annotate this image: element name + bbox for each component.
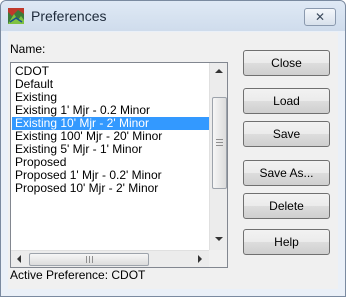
list-item[interactable]: Proposed 1' Mjr - 0.2' Minor: [12, 169, 209, 182]
list-item[interactable]: Existing 10' Mjr - 2' Minor: [12, 117, 209, 130]
title-bar[interactable]: Preferences ✕: [1, 1, 345, 31]
horizontal-scrollbar[interactable]: [11, 250, 209, 267]
list-item[interactable]: CDOT: [12, 65, 209, 78]
grip-line: [92, 256, 93, 263]
window-title: Preferences: [31, 8, 107, 24]
scroll-down-arrow-icon[interactable]: [215, 236, 223, 242]
close-button[interactable]: Close: [243, 50, 330, 76]
grip-line: [89, 256, 90, 263]
list-item[interactable]: Default: [12, 78, 209, 91]
list-item[interactable]: Existing 100' Mjr - 20' Minor: [12, 130, 209, 143]
preferences-app-icon: [8, 8, 24, 24]
active-preference-status: Active Preference: CDOT: [10, 268, 146, 282]
list-item[interactable]: Existing: [12, 91, 209, 104]
list-item[interactable]: Existing 1' Mjr - 0.2 Minor: [12, 104, 209, 117]
save-as-button[interactable]: Save As...: [243, 160, 330, 186]
preferences-list: CDOT Default Existing Existing 1' Mjr - 0.2…: [12, 65, 209, 195]
horizontal-scroll-thumb[interactable]: [29, 253, 149, 266]
help-button[interactable]: Help: [243, 229, 330, 255]
preferences-dialog: Preferences ✕ Name: CDOT Default Existing E…: [0, 0, 346, 297]
scroll-up-arrow-icon[interactable]: [215, 68, 223, 74]
list-item[interactable]: Proposed: [12, 156, 209, 169]
load-button[interactable]: Load: [243, 88, 330, 114]
window-close-button[interactable]: ✕: [304, 8, 336, 26]
preferences-listbox[interactable]: CDOT Default Existing Existing 1' Mjr - 0.2…: [10, 62, 228, 268]
delete-button[interactable]: Delete: [243, 193, 330, 219]
vertical-scrollbar[interactable]: [209, 63, 227, 250]
list-item[interactable]: Existing 5' Mjr - 1' Minor: [12, 143, 209, 156]
scrollbar-corner: [209, 250, 227, 267]
name-label: Name:: [10, 42, 46, 56]
grip-line: [86, 256, 87, 263]
grip-line: [216, 139, 223, 140]
list-item[interactable]: Proposed 10' Mjr - 2' Minor: [12, 182, 209, 195]
close-icon: ✕: [314, 10, 326, 24]
scroll-right-arrow-icon[interactable]: [197, 255, 203, 263]
grip-line: [216, 142, 223, 143]
scroll-left-arrow-icon[interactable]: [16, 255, 22, 263]
dialog-client-area: Name: CDOT Default Existing Existing 1' Mjr…: [8, 32, 338, 289]
vertical-scroll-thumb[interactable]: [212, 97, 227, 189]
save-button[interactable]: Save: [243, 121, 330, 147]
grip-line: [216, 145, 223, 146]
